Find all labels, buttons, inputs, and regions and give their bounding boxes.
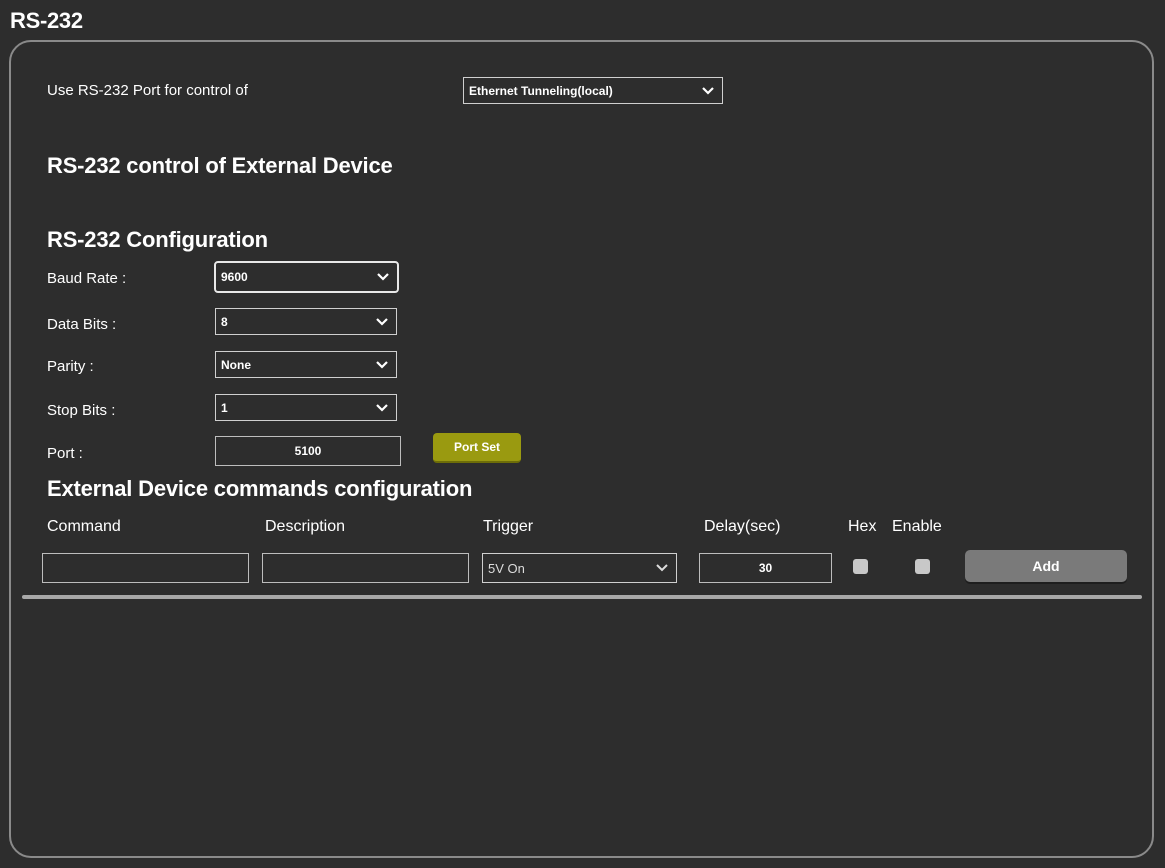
port-set-button[interactable]: Port Set <box>433 433 521 463</box>
parity-select[interactable]: None <box>215 351 397 378</box>
delay-column-header: Delay(sec) <box>704 518 781 535</box>
data-bits-label: Data Bits : <box>47 316 117 333</box>
delay-input[interactable]: 30 <box>699 553 832 583</box>
chevron-down-icon <box>656 564 668 572</box>
stop-bits-value: 1 <box>221 400 228 415</box>
chevron-down-icon <box>376 317 388 326</box>
configuration-heading: RS-232 Configuration <box>47 227 268 252</box>
external-device-heading: RS-232 control of External Device <box>47 153 393 178</box>
baud-rate-select[interactable]: 9600 <box>214 261 399 293</box>
trigger-column-header: Trigger <box>483 518 534 535</box>
parity-value: None <box>221 357 251 372</box>
add-button[interactable]: Add <box>965 550 1127 582</box>
hex-column-header: Hex <box>848 518 877 535</box>
commands-heading: External Device commands configuration <box>47 476 473 501</box>
description-column-header: Description <box>265 518 346 535</box>
data-bits-value: 8 <box>221 314 228 329</box>
data-bits-select[interactable]: 8 <box>215 308 397 335</box>
baud-rate-value: 9600 <box>221 270 248 284</box>
description-input[interactable] <box>262 553 469 583</box>
port-input[interactable]: 5100 <box>215 436 401 466</box>
enable-column-header: Enable <box>892 518 942 535</box>
chevron-down-icon <box>377 273 389 281</box>
chevron-down-icon <box>702 86 714 95</box>
stop-bits-label: Stop Bits : <box>47 402 116 419</box>
parity-label: Parity : <box>47 358 94 375</box>
chevron-down-icon <box>376 403 388 412</box>
command-input[interactable] <box>42 553 249 583</box>
control-select-value: Ethernet Tunneling(local) <box>469 83 613 98</box>
baud-rate-label: Baud Rate : <box>47 270 127 287</box>
hex-checkbox[interactable] <box>853 559 868 574</box>
enable-checkbox[interactable] <box>915 559 930 574</box>
command-column-header: Command <box>47 518 121 535</box>
trigger-select[interactable]: 5V On <box>482 553 677 583</box>
chevron-down-icon <box>376 360 388 369</box>
section-divider <box>22 595 1142 599</box>
page-title: RS-232 <box>10 8 83 33</box>
port-label: Port : <box>47 445 83 462</box>
control-select[interactable]: Ethernet Tunneling(local) <box>463 77 723 104</box>
trigger-value: 5V On <box>488 560 525 576</box>
control-label: Use RS-232 Port for control of <box>47 82 248 99</box>
stop-bits-select[interactable]: 1 <box>215 394 397 421</box>
